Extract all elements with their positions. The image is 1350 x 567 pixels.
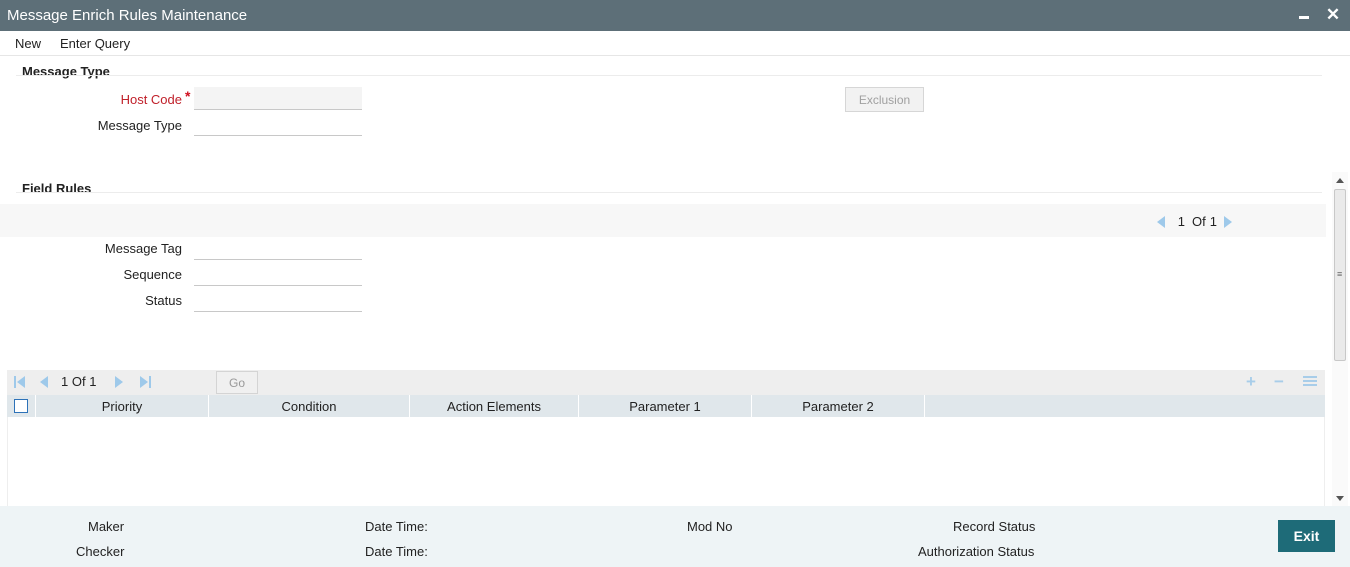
grid-pager-text: 1 Of 1 [61,374,96,389]
maker-label: Maker [88,519,125,534]
sequence-field[interactable] [194,263,362,286]
menu-bar: New Enter Query [0,31,1350,56]
next-page-icon[interactable] [115,376,123,388]
audit-footer: Maker Checker Date Time: Date Time: Mod … [0,506,1350,567]
host-code-field[interactable] [194,87,362,110]
field-rules-pager-band: 1 Of 1 [0,204,1326,237]
vertical-scrollbar[interactable]: ≡ [1332,172,1348,506]
exclusion-button[interactable]: Exclusion [845,87,924,112]
grid-pager-total: 1 [89,374,97,389]
window-title: Message Enrich Rules Maintenance [7,7,248,24]
first-page-icon[interactable] [14,376,25,388]
title-bar: Message Enrich Rules Maintenance ✕ [0,0,1350,31]
pager-total: 1 [1209,214,1217,229]
menu-new[interactable]: New [15,36,41,51]
sequence-label: Sequence [123,267,182,282]
column-header-priority[interactable]: Priority [36,395,209,417]
close-icon[interactable]: ✕ [1325,6,1341,23]
remove-row-icon[interactable]: − [1274,373,1284,390]
record-status-label: Record Status [953,519,1036,534]
grid-toolbar: 1 Of 1 Go + − [7,370,1325,395]
section-divider [16,75,1322,76]
message-type-heading: Message Type [22,64,110,79]
pager-current: 1 [1177,214,1186,229]
mod-no-label: Mod No [687,519,733,534]
grid-pager-of: Of [71,374,86,389]
status-label: Status [145,293,182,308]
pager-of: Of [1192,214,1206,229]
go-button[interactable]: Go [216,371,258,394]
section-divider [16,192,1322,193]
checker-date-time-label: Date Time: [365,544,428,559]
exit-button[interactable]: Exit [1278,520,1335,552]
message-tag-label: Message Tag [104,241,182,256]
message-tag-field[interactable] [194,237,362,260]
column-header-parameter-2[interactable]: Parameter 2 [752,395,925,417]
field-rules-pager: 1 Of 1 [1156,214,1232,229]
column-header-parameter-1[interactable]: Parameter 1 [579,395,752,417]
scroll-up-icon[interactable] [1336,178,1344,183]
add-row-icon[interactable]: + [1246,373,1256,390]
grip-icon: ≡ [1337,269,1343,279]
grid-pager-current: 1 [61,374,69,389]
checker-label: Checker [76,544,125,559]
required-marker: * [185,88,191,104]
grid-body [7,417,1325,506]
scroll-down-icon[interactable] [1336,496,1344,501]
status-field[interactable] [194,289,362,312]
scroll-thumb[interactable]: ≡ [1334,189,1346,361]
select-all-checkbox[interactable] [14,399,28,413]
minimize-icon[interactable] [1296,7,1312,23]
message-type-field[interactable] [194,113,362,136]
last-page-icon[interactable] [140,376,151,388]
column-header-action-elements[interactable]: Action Elements [410,395,579,417]
message-type-label: Message Type [97,118,182,133]
prev-page-icon[interactable] [1156,215,1165,228]
select-all-cell [7,395,36,417]
field-rules-heading: Field Rules [22,181,92,196]
column-header-filler [925,395,1325,417]
maker-date-time-label: Date Time: [365,519,428,534]
prev-page-icon[interactable] [40,376,48,388]
authorization-status-label: Authorization Status [918,544,1035,559]
grid-settings-icon[interactable] [1303,376,1317,388]
column-header-condition[interactable]: Condition [209,395,410,417]
next-page-icon[interactable] [1224,215,1232,228]
menu-enter-query[interactable]: Enter Query [60,36,130,51]
host-code-label: Host Code [120,92,182,107]
grid-header: Priority Condition Action Elements Param… [7,395,1325,417]
